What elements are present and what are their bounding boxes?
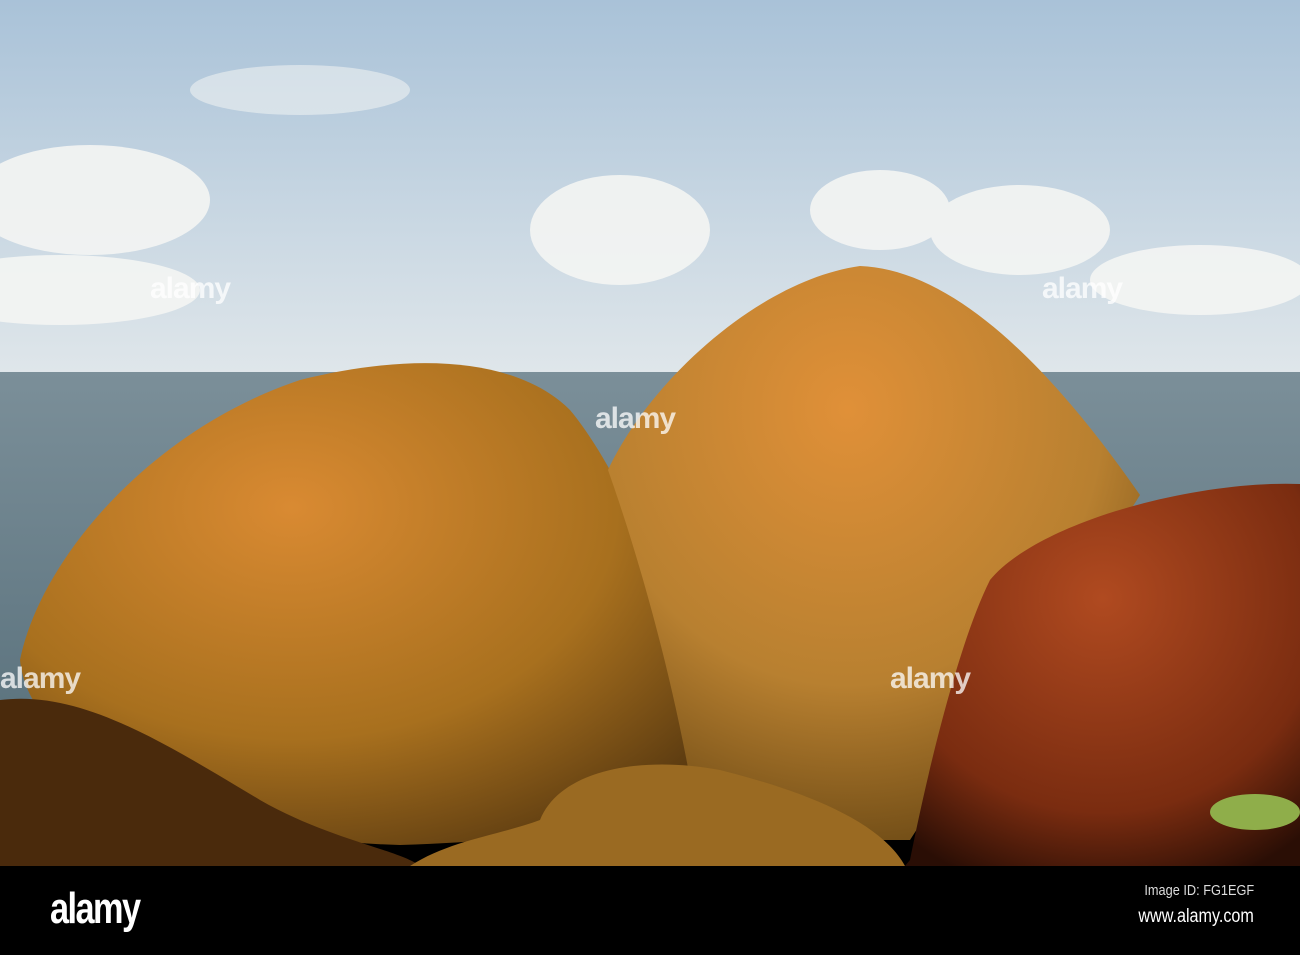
image-id: Image ID: FG1EGF (1144, 882, 1254, 899)
alamy-logo: alamy (50, 884, 141, 933)
watermark: alamy (890, 662, 971, 695)
watermark: alamy (595, 402, 676, 435)
watermark: alamy (150, 272, 231, 305)
watermark: alamy (1042, 272, 1123, 305)
stock-photo: alamy alamy alamy alamy alamy alamy Imag… (0, 0, 1300, 955)
footer-bar: alamy Image ID: FG1EGF www.alamy.com (0, 866, 1300, 955)
watermark: alamy (0, 662, 81, 695)
leaf (1210, 794, 1300, 830)
site-url: www.alamy.com (1138, 906, 1254, 927)
